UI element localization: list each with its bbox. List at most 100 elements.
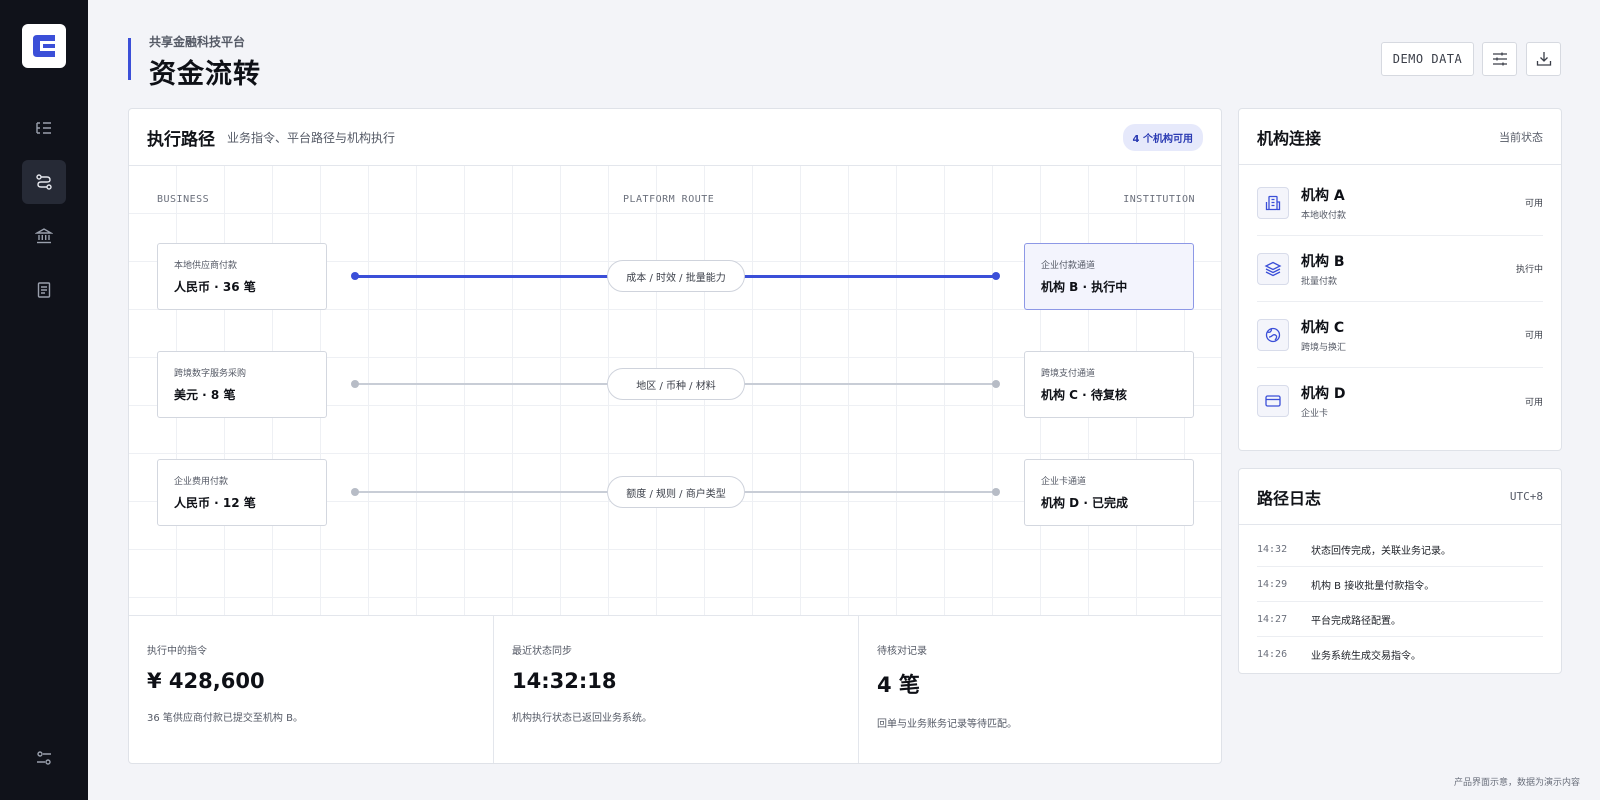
stat-label: 最近状态同步 — [512, 646, 572, 657]
stat-card: 最近状态同步 14:32:18 机构执行状态已返回业务系统。 — [494, 616, 859, 763]
footer-note: 产品界面示意，数据为演示内容 — [1453, 778, 1580, 788]
download-icon — [1536, 52, 1551, 66]
institution-name: 机构 A — [1301, 187, 1345, 204]
institution-status: 可用 — [1524, 397, 1543, 408]
node-label: 企业卡通道 — [1041, 477, 1087, 487]
sidebar-item-settings[interactable] — [22, 736, 66, 780]
log-entry[interactable]: 14:26 业务系统生成交易指令。 — [1257, 637, 1543, 672]
node-label: 跨境支付通道 — [1041, 369, 1096, 379]
page-header: 共享金融科技平台 资金流转 — [128, 35, 261, 90]
stat-value: ¥ 428,600 — [147, 669, 265, 693]
institutions-status-label: 当前状态 — [1499, 130, 1543, 144]
institution-desc: 企业卡 — [1301, 409, 1329, 419]
node-value: 机构 D · 已完成 — [1041, 496, 1129, 510]
bank-icon — [35, 228, 53, 244]
building-icon — [1265, 195, 1281, 210]
sidebar-item-documents[interactable] — [22, 268, 66, 312]
stats-row: 执行中的指令 ¥ 428,600 36 笔供应商付款已提交至机构 B。 最近状态… — [129, 615, 1221, 763]
demo-data-button[interactable]: DEMO DATA — [1381, 42, 1474, 76]
available-institutions-badge: 4 个机构可用 — [1122, 123, 1203, 151]
log-time: 14:26 — [1257, 649, 1288, 660]
institution-status: 可用 — [1524, 331, 1543, 341]
institution-status: 执行中 — [1515, 265, 1543, 275]
brand-logo[interactable] — [22, 24, 66, 68]
sidebar-item-routes[interactable] — [22, 160, 66, 204]
panel-title: 执行路径 — [147, 129, 215, 150]
institution-desc: 跨境与换汇 — [1301, 342, 1347, 353]
log-message: 平台完成路径配置。 — [1311, 615, 1401, 627]
log-entry[interactable]: 14:32 状态回传完成，关联业务记录。 — [1257, 532, 1543, 567]
node-label: 本地供应商付款 — [174, 261, 238, 271]
download-button[interactable] — [1526, 42, 1561, 76]
institution-desc: 批量付款 — [1301, 276, 1338, 287]
route-start-dot — [351, 272, 359, 280]
layers-icon — [1264, 261, 1282, 276]
column-label-institution: INSTITUTION — [1123, 194, 1195, 205]
sidebar-item-list[interactable] — [22, 106, 66, 150]
institution-node[interactable]: 企业付款通道 机构 B · 执行中 — [1024, 243, 1194, 310]
execution-path-panel: 执行路径 业务指令、平台路径与机构执行 4 个机构可用 BUSINESS PLA… — [128, 108, 1222, 764]
institution-name: 机构 C — [1301, 319, 1345, 336]
institution-item[interactable]: 机构 C 跨境与换汇 可用 — [1257, 302, 1543, 368]
sliders-icon — [37, 751, 51, 765]
log-entry[interactable]: 14:27 平台完成路径配置。 — [1257, 602, 1543, 637]
stat-description: 36 笔供应商付款已提交至机构 B。 — [147, 713, 303, 724]
column-label-business: BUSINESS — [157, 194, 210, 205]
list-icon — [36, 122, 51, 134]
route-pill[interactable]: 额度 / 规则 / 商户类型 — [607, 476, 745, 508]
institution-name: 机构 D — [1301, 386, 1346, 402]
institution-icon-frame — [1257, 252, 1289, 285]
log-list: 14:32 状态回传完成，关联业务记录。 14:29 机构 B 接收批量付款指令… — [1239, 525, 1561, 672]
sidebar — [0, 0, 88, 800]
route-end-dot — [992, 380, 1000, 388]
stat-description: 回单与业务账务记录等待匹配。 — [877, 719, 1017, 730]
panel-description: 业务指令、平台路径与机构执行 — [227, 130, 396, 145]
card-icon — [1265, 395, 1281, 407]
document-icon — [37, 282, 51, 298]
filter-button[interactable] — [1482, 42, 1517, 76]
stat-description: 机构执行状态已返回业务系统。 — [512, 713, 652, 724]
log-time: 14:27 — [1257, 613, 1288, 625]
route-pill[interactable]: 地区 / 币种 / 材料 — [607, 368, 745, 400]
institution-node[interactable]: 跨境支付通道 机构 C · 待复核 — [1024, 351, 1194, 418]
node-label: 企业付款通道 — [1041, 261, 1096, 271]
route-pill[interactable]: 成本 / 时效 / 批量能力 — [607, 260, 745, 292]
log-entry[interactable]: 14:29 机构 B 接收批量付款指令。 — [1257, 567, 1543, 602]
institution-name: 机构 B — [1301, 253, 1345, 270]
institution-item[interactable]: 机构 A 本地收付款 可用 — [1257, 170, 1543, 236]
timezone-label: UTC+8 — [1509, 490, 1543, 503]
stat-value: 14:32:18 — [512, 669, 617, 693]
log-message: 机构 B 接收批量付款指令。 — [1311, 580, 1435, 592]
route-grid: BUSINESS PLATFORM ROUTE INSTITUTION 本地供应… — [129, 166, 1221, 615]
node-label: 企业费用付款 — [174, 477, 229, 487]
stat-value: 4 笔 — [877, 673, 920, 697]
route-log-header: 路径日志 UTC+8 — [1239, 469, 1561, 525]
execution-path-header: 执行路径 业务指令、平台路径与机构执行 4 个机构可用 — [129, 109, 1221, 166]
log-message: 状态回传完成，关联业务记录。 — [1311, 545, 1451, 557]
business-node[interactable]: 跨境数字服务采购 美元 · 8 笔 — [157, 351, 327, 418]
institution-item[interactable]: 机构 D 企业卡 可用 — [1257, 368, 1543, 434]
institution-node[interactable]: 企业卡通道 机构 D · 已完成 — [1024, 459, 1194, 526]
node-value: 机构 B · 执行中 — [1041, 280, 1128, 294]
log-time: 14:29 — [1257, 578, 1288, 590]
institution-icon-frame — [1257, 318, 1289, 351]
institution-status: 可用 — [1524, 199, 1543, 209]
stat-card: 待核对记录 4 笔 回单与业务账务记录等待匹配。 — [859, 616, 1221, 763]
institutions-panel: 机构连接 当前状态 机构 A 本地收付款 可用 机构 B 批量付款 执行中 机构… — [1238, 108, 1562, 451]
route-log-panel: 路径日志 UTC+8 14:32 状态回传完成，关联业务记录。 14:29 机构… — [1238, 468, 1562, 674]
business-node[interactable]: 本地供应商付款 人民币 · 36 笔 — [157, 243, 327, 310]
route-end-dot — [992, 488, 1000, 496]
sidebar-item-banks[interactable] — [22, 214, 66, 258]
route-start-dot — [351, 380, 359, 388]
institution-list: 机构 A 本地收付款 可用 机构 B 批量付款 执行中 机构 C 跨境与换汇 可… — [1239, 165, 1561, 434]
route-icon — [36, 174, 52, 190]
sliders-icon — [1492, 52, 1507, 66]
node-value: 人民币 · 12 笔 — [174, 496, 256, 510]
institution-item[interactable]: 机构 B 批量付款 执行中 — [1257, 236, 1543, 302]
node-value: 人民币 · 36 笔 — [174, 280, 256, 294]
node-label: 跨境数字服务采购 — [174, 369, 247, 379]
business-node[interactable]: 企业费用付款 人民币 · 12 笔 — [157, 459, 327, 526]
logo-icon — [33, 35, 55, 57]
stat-label: 执行中的指令 — [147, 646, 207, 657]
node-value: 机构 C · 待复核 — [1041, 388, 1127, 402]
